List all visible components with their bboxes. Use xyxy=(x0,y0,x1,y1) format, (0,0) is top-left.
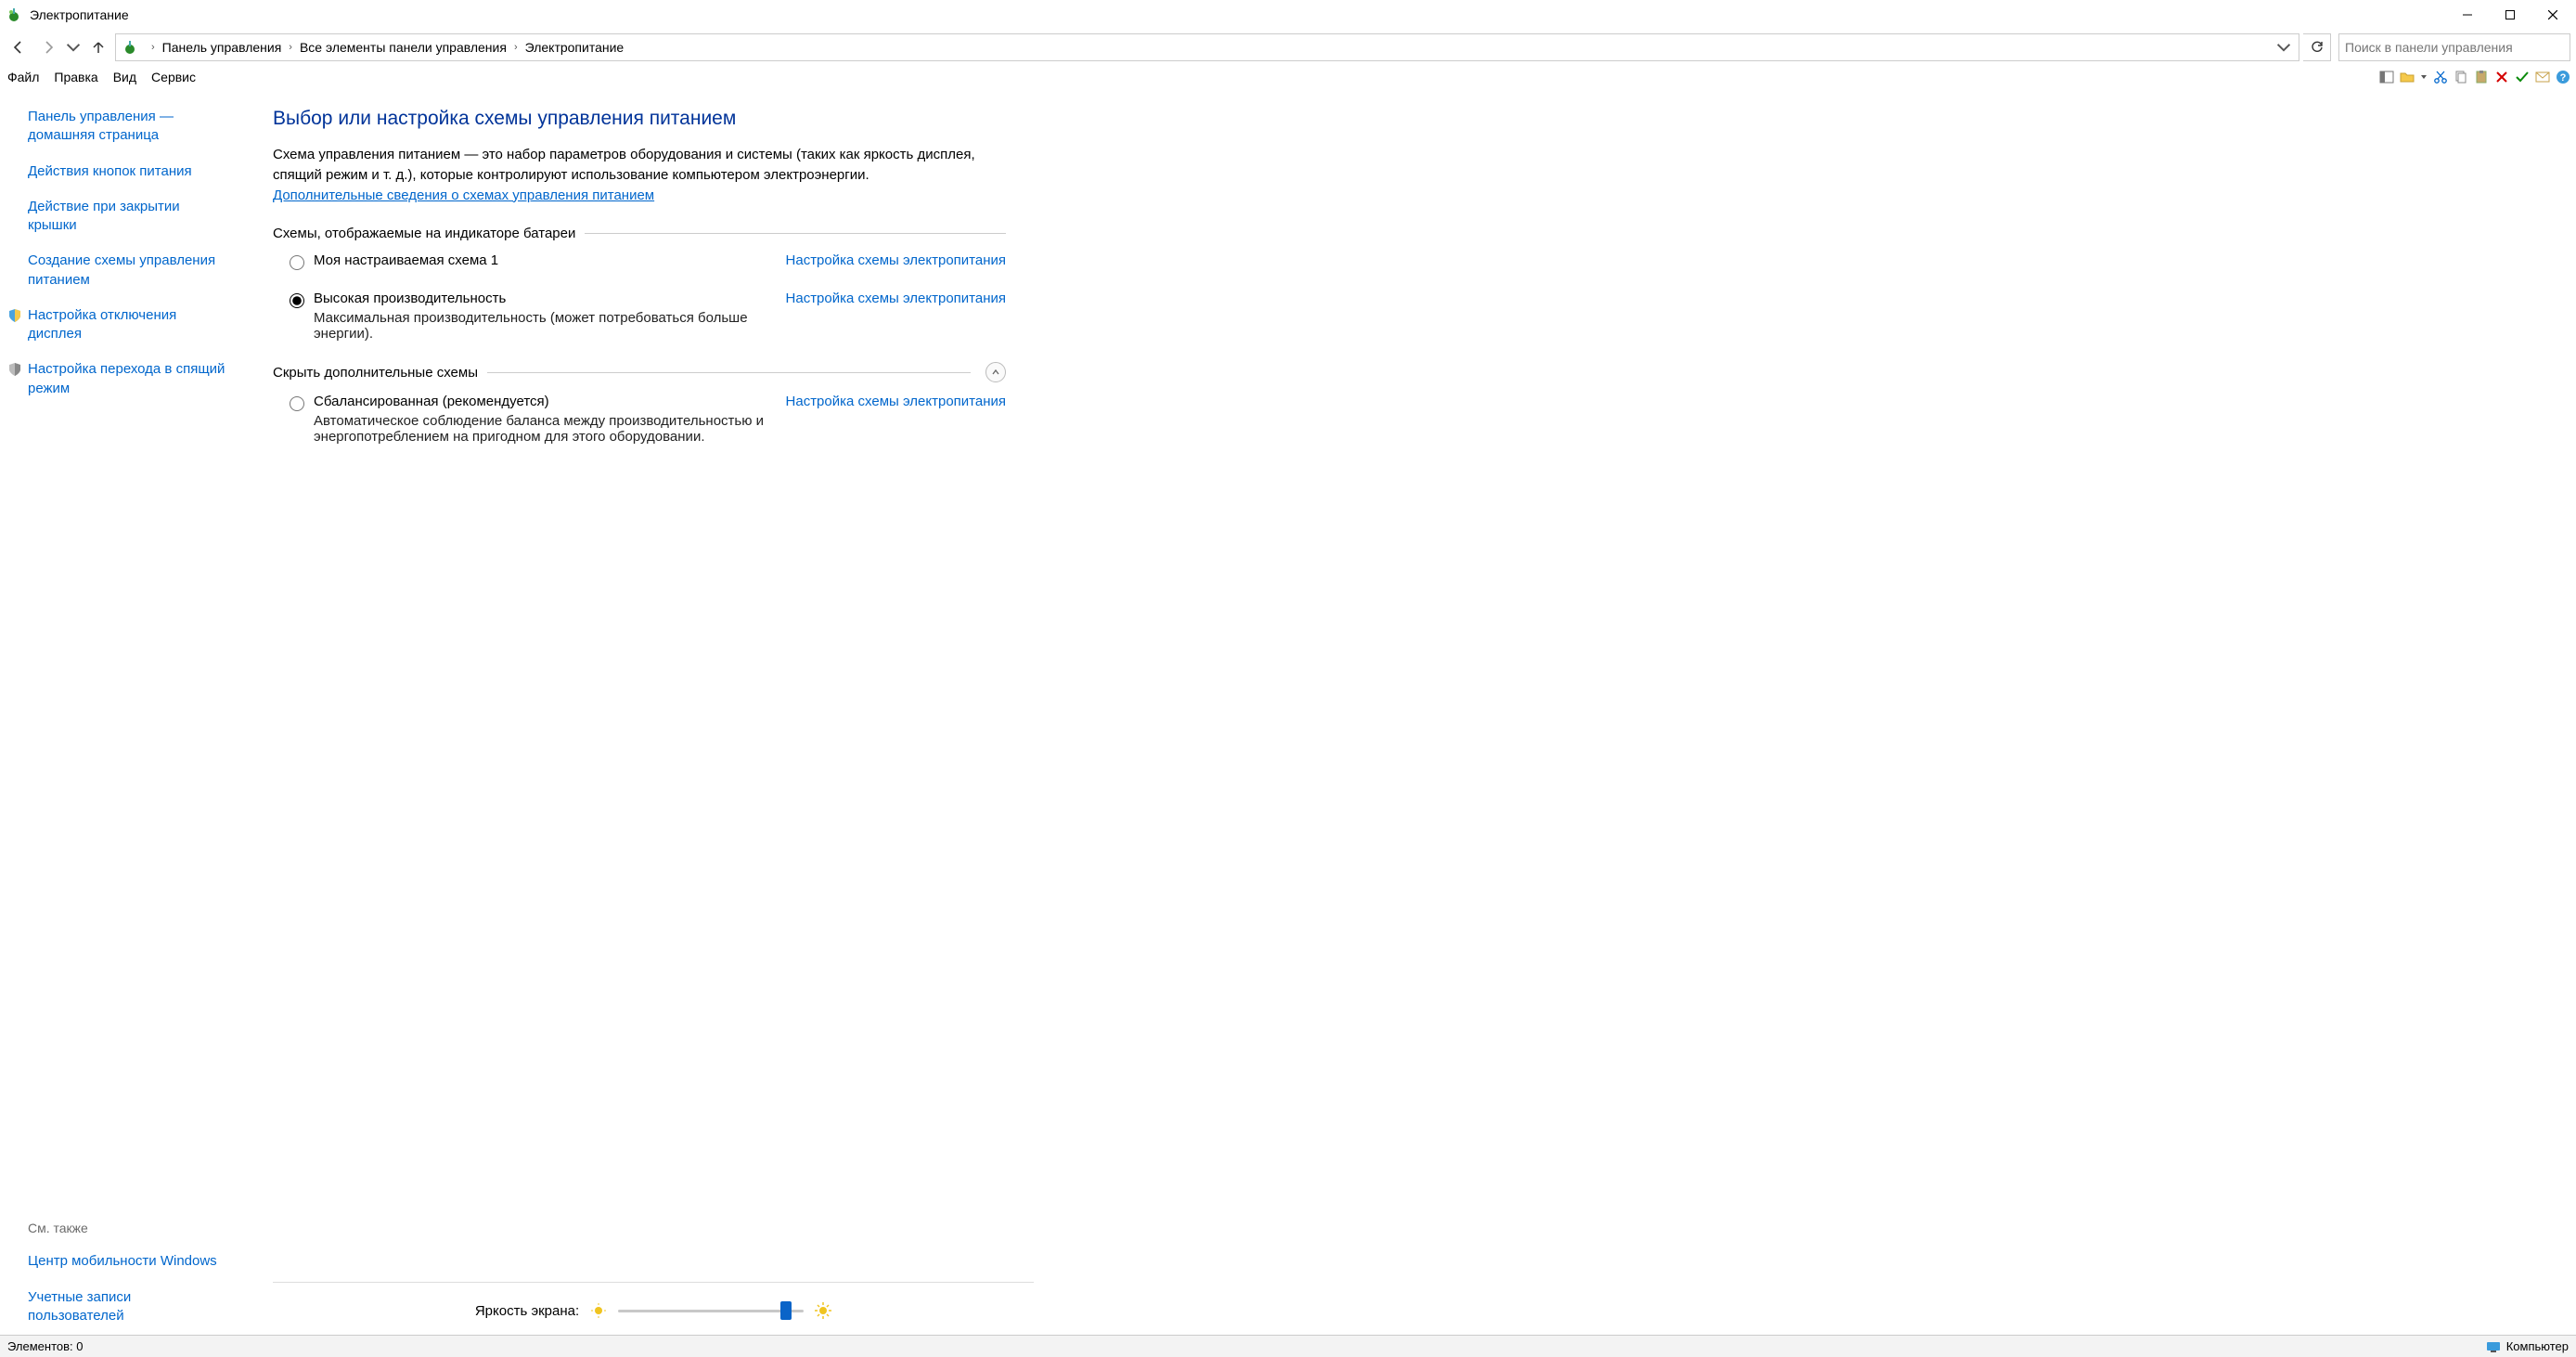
up-button[interactable] xyxy=(85,34,111,60)
nav-create-plan[interactable]: Создание схемы управления питанием xyxy=(28,252,226,290)
shield-icon xyxy=(7,362,22,377)
chevron-right-icon[interactable]: › xyxy=(289,42,292,53)
close-button[interactable] xyxy=(2531,1,2574,29)
nav-power-buttons[interactable]: Действия кнопок питания xyxy=(28,162,226,181)
folder-icon[interactable] xyxy=(2400,70,2415,84)
menu-file[interactable]: Файл xyxy=(0,68,46,86)
window-title: Электропитание xyxy=(30,7,129,22)
shield-icon xyxy=(7,308,22,323)
see-also-label: См. также xyxy=(28,1221,226,1235)
nav-lid-action[interactable]: Действие при закрытии крышки xyxy=(28,198,226,236)
nav-sleep[interactable]: Настройка перехода в спящий режим xyxy=(7,360,226,398)
mail-icon[interactable] xyxy=(2535,70,2550,84)
statusbar: Элементов: 0 Компьютер xyxy=(0,1335,2576,1357)
plan-settings-link[interactable]: Настройка схемы электропитания xyxy=(767,394,1006,409)
plan-desc: Максимальная производительность (может п… xyxy=(314,310,767,342)
breadcrumb-item[interactable]: Панель управления xyxy=(162,40,282,55)
brightness-label: Яркость экрана: xyxy=(475,1303,579,1319)
breadcrumb-item[interactable]: Все элементы панели управления xyxy=(300,40,507,55)
main-content: Выбор или настройка схемы управления пит… xyxy=(241,89,2576,1335)
pane-icon[interactable] xyxy=(2379,70,2394,84)
search-input[interactable] xyxy=(2345,40,2564,55)
collapse-button[interactable] xyxy=(985,362,1006,382)
plan-settings-link[interactable]: Настройка схемы электропитания xyxy=(767,252,1006,268)
cut-icon[interactable] xyxy=(2433,70,2448,84)
group-header-extra[interactable]: Скрыть дополнительные схемы xyxy=(273,362,1006,382)
sidenav: Панель управления — домашняя страница Де… xyxy=(0,89,241,1335)
nav-mobility-center[interactable]: Центр мобильности Windows xyxy=(28,1252,226,1271)
computer-icon xyxy=(2486,1341,2501,1352)
plan-settings-link[interactable]: Настройка схемы электропитания xyxy=(767,291,1006,306)
chevron-right-icon[interactable]: › xyxy=(514,42,518,53)
forward-button[interactable] xyxy=(35,34,61,60)
paste-icon[interactable] xyxy=(2474,70,2489,84)
nav-user-accounts[interactable]: Учетные записи пользователей xyxy=(28,1288,226,1326)
nav-label: Настройка перехода в спящий режим xyxy=(28,360,226,398)
plan-name[interactable]: Моя настраиваемая схема 1 xyxy=(314,252,767,268)
description-text: Схема управления питанием — это набор па… xyxy=(273,147,975,183)
status-left: Элементов: 0 xyxy=(7,1339,83,1353)
address-bar[interactable]: › Панель управления › Все элементы панел… xyxy=(115,33,2299,61)
dropdown-icon[interactable] xyxy=(2420,70,2428,84)
menubar: Файл Правка Вид Сервис ? xyxy=(0,65,2576,89)
menu-edit[interactable]: Правка xyxy=(46,68,105,86)
sun-dim-icon xyxy=(590,1302,607,1319)
status-right: Компьютер xyxy=(2506,1339,2569,1353)
breadcrumb-item[interactable]: Электропитание xyxy=(525,40,625,55)
toolbar-icons: ? xyxy=(2379,70,2576,84)
titlebar: Электропитание xyxy=(0,0,2576,30)
power-plan-row: Сбалансированная (рекомендуется) Автомат… xyxy=(273,382,1006,445)
power-plan-row: Высокая производительность Максимальная … xyxy=(273,270,1006,342)
group-label: Схемы, отображаемые на индикаторе батаре… xyxy=(273,226,575,241)
plan-radio[interactable] xyxy=(290,293,304,308)
brightness-row: Яркость экрана: xyxy=(273,1282,1034,1335)
nav-display-off[interactable]: Настройка отключения дисплея xyxy=(7,306,226,344)
svg-text:?: ? xyxy=(2560,72,2567,84)
refresh-button[interactable] xyxy=(2303,33,2331,61)
back-button[interactable] xyxy=(6,34,32,60)
maximize-button[interactable] xyxy=(2489,1,2531,29)
check-icon[interactable] xyxy=(2515,70,2530,84)
page-title: Выбор или настройка схемы управления пит… xyxy=(273,108,2554,130)
app-icon xyxy=(6,6,22,23)
plan-radio[interactable] xyxy=(290,255,304,270)
plan-name[interactable]: Высокая производительность xyxy=(314,291,767,306)
nav-home[interactable]: Панель управления — домашняя страница xyxy=(28,108,226,146)
more-info-link[interactable]: Дополнительные сведения о схемах управле… xyxy=(273,187,654,203)
copy-icon[interactable] xyxy=(2454,70,2468,84)
nav-label: Настройка отключения дисплея xyxy=(28,306,226,344)
minimize-button[interactable] xyxy=(2446,1,2489,29)
plan-name[interactable]: Сбалансированная (рекомендуется) xyxy=(314,394,767,409)
group-header-shown: Схемы, отображаемые на индикаторе батаре… xyxy=(273,226,1006,241)
help-icon[interactable]: ? xyxy=(2556,70,2570,84)
chevron-right-icon[interactable]: › xyxy=(151,42,155,53)
sun-bright-icon xyxy=(815,1302,831,1319)
group-label: Скрыть дополнительные схемы xyxy=(273,365,478,381)
brightness-slider[interactable] xyxy=(618,1301,804,1320)
page-description: Схема управления питанием — это набор па… xyxy=(273,145,997,205)
navbar: › Панель управления › Все элементы панел… xyxy=(0,30,2576,65)
plan-radio[interactable] xyxy=(290,396,304,411)
delete-icon[interactable] xyxy=(2494,70,2509,84)
address-dropdown[interactable] xyxy=(2276,40,2291,55)
menu-view[interactable]: Вид xyxy=(106,68,144,86)
plan-desc: Автоматическое соблюдение баланса между … xyxy=(314,413,767,445)
slider-thumb[interactable] xyxy=(780,1301,792,1320)
recent-dropdown[interactable] xyxy=(65,34,82,60)
menu-service[interactable]: Сервис xyxy=(144,68,203,86)
search-box[interactable] xyxy=(2338,33,2570,61)
location-icon xyxy=(122,39,138,56)
power-plan-row: Моя настраиваемая схема 1 Настройка схем… xyxy=(273,241,1006,270)
